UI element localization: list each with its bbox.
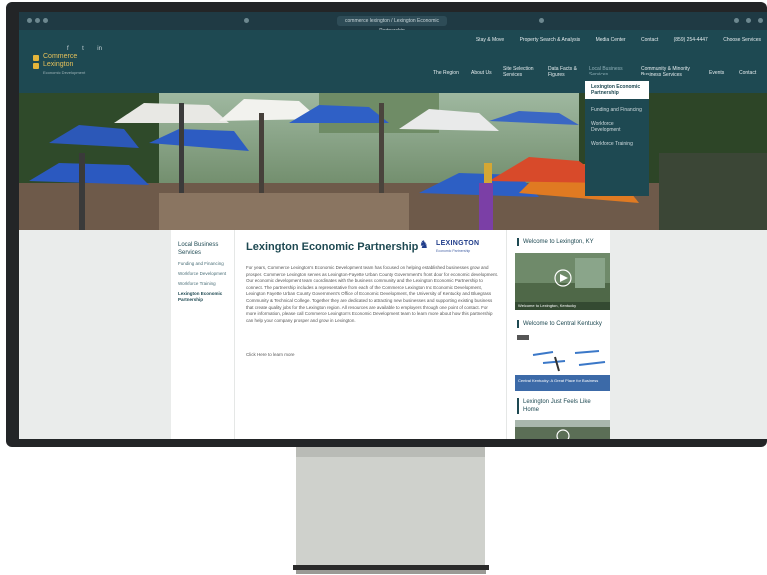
nav-item-events[interactable]: Events	[709, 70, 724, 76]
monitor-stand	[296, 447, 485, 567]
monitor-bezel: commerce lexington / Lexington Economic …	[6, 2, 767, 447]
dropdown-item-funding[interactable]: Funding and Financing	[585, 107, 649, 113]
local-business-dropdown: Lexington Economic Partnership Funding a…	[585, 75, 649, 196]
sidebar-toggle-icon[interactable]	[244, 18, 249, 23]
video2-title: Lexington Just Feels Like Home	[517, 398, 608, 414]
video-thumbnail-image	[515, 253, 611, 310]
nav-item-community[interactable]: Community & Minority Business Services	[641, 66, 695, 78]
dropdown-item-workforce-training[interactable]: Workforce Training	[585, 141, 649, 147]
body-paragraph: For years, Commerce Lexington's Economic…	[246, 265, 498, 323]
sidebar-item-funding[interactable]: Funding and Financing	[178, 261, 232, 267]
logo-mark-icon	[33, 63, 39, 69]
stand-base	[296, 570, 486, 574]
site-logo[interactable]: Commerce Lexington Economic Development	[33, 52, 113, 78]
nav-item-site-selection[interactable]: Site Selection Services	[503, 66, 539, 78]
festival-photo	[19, 93, 767, 230]
main-content: Lexington Economic Partnership ♞ LEXINGT…	[234, 230, 507, 439]
sidebar-item-workforce-training[interactable]: Workforce Training	[178, 281, 232, 287]
body-text: For years, Commerce Lexington's Economic…	[246, 265, 498, 324]
top-link[interactable]: Stay & Move	[476, 37, 504, 43]
hero-image	[19, 93, 767, 230]
top-link[interactable]: Choose Services	[723, 37, 761, 43]
partner-logo-sub: Economic Partnership	[436, 249, 471, 253]
logo-text: Lexington	[43, 61, 74, 68]
refresh-icon[interactable]	[539, 18, 544, 23]
utility-nav: Stay & Move Property Search & Analysis M…	[462, 37, 761, 43]
partner-logo: ♞ LEXINGTON Economic Partnership	[419, 238, 497, 258]
top-link[interactable]: Media Center	[596, 37, 626, 43]
video-title: Welcome to Lexington, KY	[517, 238, 608, 246]
video2-thumbnail[interactable]	[515, 420, 611, 439]
nav-item-data[interactable]: Data Facts & Figures	[548, 66, 582, 78]
map-thumbnail[interactable]: Central Kentucky: A Great Place for Busi…	[515, 333, 611, 391]
site-header: f t in Stay & Move Property Search & Ana…	[19, 30, 767, 93]
sidebar-title: Local Business Services	[178, 242, 219, 256]
map-caption: Central Kentucky: A Great Place for Busi…	[518, 378, 599, 383]
window-control-icon[interactable]	[43, 18, 48, 23]
top-link[interactable]: Property Search & Analysis	[520, 37, 581, 43]
left-gutter	[19, 230, 171, 439]
browser-toolbar: commerce lexington / Lexington Economic …	[19, 12, 767, 34]
right-column: Welcome to Lexington, KY Welcome to Lexi…	[506, 230, 611, 439]
map-title: Welcome to Central Kentucky	[517, 320, 608, 328]
right-gutter	[610, 230, 767, 439]
horse-icon: ♞	[419, 239, 429, 251]
logo-tagline: Economic Development	[43, 70, 86, 75]
nav-item-about[interactable]: About Us	[471, 70, 492, 76]
video-thumbnail[interactable]: Welcome to Lexington, Kentucky	[515, 253, 611, 310]
top-link[interactable]: Contact	[641, 37, 658, 43]
nav-item-region[interactable]: The Region	[433, 70, 459, 76]
address-bar[interactable]: commerce lexington / Lexington Economic …	[337, 16, 447, 34]
new-tab-icon[interactable]	[746, 18, 751, 23]
logo-mark-icon	[33, 55, 39, 61]
phone-link[interactable]: (859) 254-4447	[674, 37, 708, 43]
sidebar-item-lep[interactable]: Lexington Economic Partnership	[178, 291, 232, 303]
partner-logo-name: LEXINGTON	[436, 240, 480, 247]
page-title: Lexington Economic Partnership	[246, 241, 419, 253]
window-control-icon[interactable]	[35, 18, 40, 23]
video2-thumbnail-image	[515, 420, 611, 439]
window-control-icon[interactable]	[27, 18, 32, 23]
browser-screen: commerce lexington / Lexington Economic …	[19, 12, 767, 439]
stand-shadow	[296, 447, 485, 457]
dropdown-item-lep[interactable]: Lexington Economic Partnership	[585, 81, 649, 99]
logo-text: Commerce	[43, 53, 78, 60]
nav-item-contact[interactable]: Contact	[739, 70, 756, 76]
section-sidebar: Local Business Services Funding and Fina…	[171, 230, 234, 439]
share-icon[interactable]	[734, 18, 739, 23]
video-caption: Welcome to Lexington, Kentucky	[518, 303, 577, 308]
sidebar-item-workforce-dev[interactable]: Workforce Development	[178, 271, 232, 277]
learn-more-link[interactable]: Click Here to learn more	[246, 352, 295, 357]
tabs-icon[interactable]	[758, 18, 763, 23]
dropdown-item-workforce-dev[interactable]: Workforce Development	[585, 121, 649, 133]
